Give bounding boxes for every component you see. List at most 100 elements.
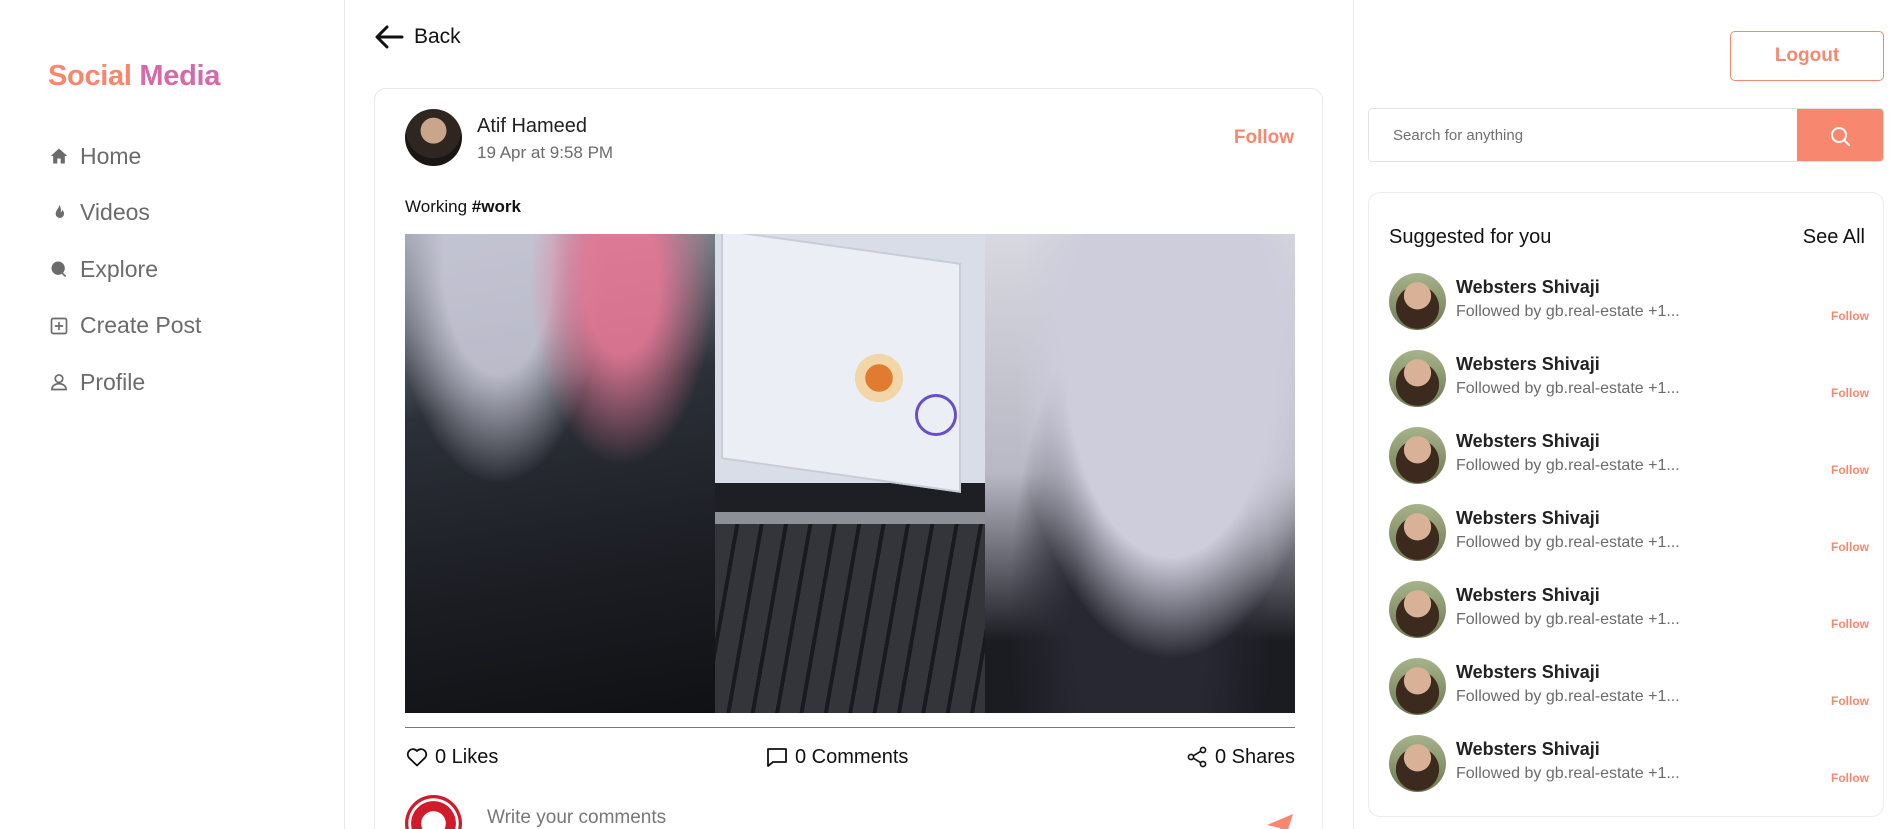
main-content: Back Atif Hameed 19 Apr at 9:58 PM Follo… xyxy=(346,0,1352,829)
avatar[interactable] xyxy=(1389,273,1446,330)
suggestion-followed-by: Followed by gb.real-estate +1... xyxy=(1456,380,1680,397)
caption-text: Working xyxy=(405,197,472,216)
nav-item-label: Explore xyxy=(80,255,158,282)
post-card: Atif Hameed 19 Apr at 9:58 PM Follow Wor… xyxy=(374,88,1323,829)
divider xyxy=(405,727,1295,728)
brand-part-1: Social xyxy=(48,60,132,92)
post-date: 19 Apr at 9:58 PM xyxy=(477,143,614,162)
post-actions: 0 Likes 0 Comments 0 Shares xyxy=(405,745,1295,773)
suggestion-followed-by: Followed by gb.real-estate +1... xyxy=(1456,765,1680,782)
suggestion-followed-by: Followed by gb.real-estate +1... xyxy=(1456,534,1680,551)
suggestion-name[interactable]: Websters Shivaji xyxy=(1456,585,1600,606)
suggestion-follow-button[interactable]: Follow xyxy=(1831,309,1869,323)
comment-input[interactable] xyxy=(487,807,1187,829)
suggestion-follow-button[interactable]: Follow xyxy=(1831,463,1869,477)
logout-button[interactable]: Logout xyxy=(1730,31,1884,81)
nav-item-videos[interactable]: Videos xyxy=(48,199,201,227)
shares-count: 0 Shares xyxy=(1214,745,1295,768)
author-avatar[interactable] xyxy=(405,109,462,166)
caption-hashtag[interactable]: #work xyxy=(472,197,521,216)
nav-item-label: Create Post xyxy=(80,312,202,338)
suggestion-name[interactable]: Websters Shivaji xyxy=(1456,662,1600,683)
comment-button[interactable]: 0 Comments xyxy=(765,745,908,769)
main-nav: Home Videos Explore Create Post Profile xyxy=(48,142,201,425)
home-icon xyxy=(48,145,70,167)
suggestion-name[interactable]: Websters Shivaji xyxy=(1456,431,1600,452)
explore-icon xyxy=(48,258,70,280)
author-name[interactable]: Atif Hameed xyxy=(477,115,587,138)
share-button[interactable]: 0 Shares xyxy=(1185,745,1295,769)
list-item: Websters Shivaji Followed by gb.real-est… xyxy=(1389,502,1869,579)
image-laptop xyxy=(715,234,985,713)
current-user-avatar xyxy=(405,795,462,829)
likes-count: 0 Likes xyxy=(435,745,499,768)
comment-icon xyxy=(767,748,787,767)
laptop-screen-badge xyxy=(855,354,903,402)
search-bar xyxy=(1368,108,1884,162)
suggestion-follow-button[interactable]: Follow xyxy=(1831,694,1869,708)
suggestion-name[interactable]: Websters Shivaji xyxy=(1456,739,1600,760)
list-item: Websters Shivaji Followed by gb.real-est… xyxy=(1389,733,1869,810)
avatar[interactable] xyxy=(1389,735,1446,792)
suggestion-follow-button[interactable]: Follow xyxy=(1831,771,1869,785)
avatar[interactable] xyxy=(1389,350,1446,407)
suggestion-name[interactable]: Websters Shivaji xyxy=(1456,354,1600,375)
laptop-screen-ring xyxy=(915,394,957,436)
list-item: Websters Shivaji Followed by gb.real-est… xyxy=(1389,271,1869,348)
follow-button[interactable]: Follow xyxy=(1234,127,1294,149)
list-item: Websters Shivaji Followed by gb.real-est… xyxy=(1389,656,1869,733)
nav-item-home[interactable]: Home xyxy=(48,142,201,170)
avatar[interactable] xyxy=(1389,581,1446,638)
left-sidebar: Social Media Home Videos Explore Create … xyxy=(0,0,345,829)
plus-square-icon xyxy=(48,315,70,337)
nav-item-create-post[interactable]: Create Post xyxy=(48,312,201,340)
right-sidebar: Logout Suggested for you See All Webster… xyxy=(1353,0,1890,829)
image-blur-right xyxy=(985,234,1295,713)
arrow-left-icon xyxy=(375,25,404,49)
send-icon[interactable] xyxy=(1265,811,1295,829)
suggestion-followed-by: Followed by gb.real-estate +1... xyxy=(1456,303,1680,320)
comments-count: 0 Comments xyxy=(795,745,909,768)
suggestions-title: Suggested for you xyxy=(1389,226,1552,248)
suggestion-followed-by: Followed by gb.real-estate +1... xyxy=(1456,688,1680,705)
suggestion-name[interactable]: Websters Shivaji xyxy=(1456,508,1600,529)
suggestion-follow-button[interactable]: Follow xyxy=(1831,540,1869,554)
post-caption: Working #work xyxy=(405,197,521,217)
user-icon xyxy=(48,371,70,393)
suggestion-followed-by: Followed by gb.real-estate +1... xyxy=(1456,611,1680,628)
search-input[interactable] xyxy=(1369,109,1797,161)
suggestion-name[interactable]: Websters Shivaji xyxy=(1456,277,1600,298)
like-button[interactable]: 0 Likes xyxy=(405,745,498,769)
heart-icon xyxy=(406,748,428,767)
search-button[interactable] xyxy=(1797,109,1883,161)
image-blur-left xyxy=(405,234,715,713)
suggestion-followed-by: Followed by gb.real-estate +1... xyxy=(1456,457,1680,474)
suggestions-list: Websters Shivaji Followed by gb.real-est… xyxy=(1389,271,1869,810)
post-image[interactable] xyxy=(405,234,1295,713)
nav-item-explore[interactable]: Explore xyxy=(48,255,201,283)
list-item: Websters Shivaji Followed by gb.real-est… xyxy=(1389,425,1869,502)
list-item: Websters Shivaji Followed by gb.real-est… xyxy=(1389,348,1869,425)
nav-item-label: Home xyxy=(80,142,142,169)
suggestion-follow-button[interactable]: Follow xyxy=(1831,386,1869,400)
flame-icon xyxy=(48,202,70,224)
nav-item-profile[interactable]: Profile xyxy=(48,368,201,396)
back-button[interactable]: Back xyxy=(374,24,461,50)
avatar[interactable] xyxy=(1389,658,1446,715)
brand-logo[interactable]: Social Media xyxy=(48,60,220,93)
share-icon xyxy=(1187,746,1207,768)
brand-part-2: Media xyxy=(131,60,221,92)
laptop-keyboard xyxy=(715,524,985,713)
app-root: Social Media Home Videos Explore Create … xyxy=(0,0,1890,829)
back-label: Back xyxy=(414,25,461,48)
suggestion-follow-button[interactable]: Follow xyxy=(1831,617,1869,631)
nav-item-label: Videos xyxy=(80,199,150,225)
suggestions-panel: Suggested for you See All Websters Shiva… xyxy=(1368,192,1884,817)
avatar[interactable] xyxy=(1389,504,1446,561)
search-icon xyxy=(1831,127,1850,146)
avatar[interactable] xyxy=(1389,427,1446,484)
laptop-screen xyxy=(721,234,961,493)
nav-item-label: Profile xyxy=(80,368,146,395)
see-all-link[interactable]: See All xyxy=(1803,226,1865,249)
list-item: Websters Shivaji Followed by gb.real-est… xyxy=(1389,579,1869,656)
